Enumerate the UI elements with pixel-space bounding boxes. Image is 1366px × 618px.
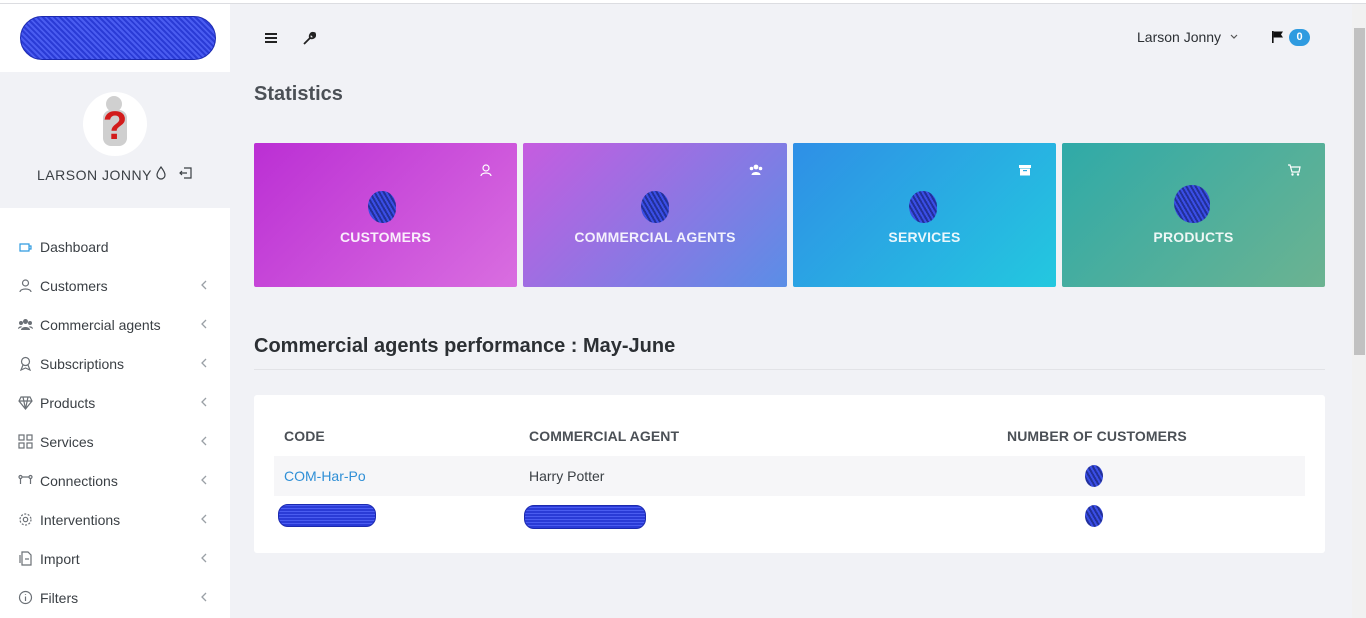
sidebar-item-label: Dashboard [40,238,109,255]
users-icon [749,164,763,175]
sidebar-item-dashboard[interactable]: Dashboard [0,227,230,266]
stat-card-services[interactable]: SERVICES [793,143,1056,287]
award-icon [18,356,33,371]
sidebar: ? LARSON JONNY Dashboard Customers Comme… [0,0,230,618]
top-border [0,0,1366,4]
redacted-count [1174,185,1210,223]
chevron-down-icon [1230,34,1238,39]
performance-table: CODE COMMERCIAL AGENT NUMBER OF CUSTOMER… [254,395,1325,553]
column-header-code[interactable]: CODE [284,428,325,444]
scrollbar-thumb[interactable] [1354,28,1365,355]
sidebar-item-label: Subscriptions [40,355,125,372]
sidebar-item-label: Services [40,433,94,450]
chevron-left-icon [201,592,207,602]
chevron-left-icon [201,436,207,446]
customer-icon [480,164,492,177]
user-menu[interactable]: Larson Jonny [1137,29,1239,45]
table-row: COM-Har-Po Harry Potter [274,456,1305,496]
chevron-left-icon [201,397,207,407]
chevron-left-icon [201,553,207,563]
profile-panel: ? LARSON JONNY [0,72,230,208]
sidebar-item-label: Commercial agents [40,316,161,333]
sidebar-item-filters[interactable]: Filters [0,578,230,617]
stat-card-customers[interactable]: CUSTOMERS [254,143,517,287]
profile-name: LARSON JONNY [37,167,152,183]
redacted-customer-count [1085,465,1103,487]
chevron-left-icon [201,280,207,290]
sidebar-item-label: Interventions [40,511,121,528]
user-menu-name: Larson Jonny [1137,29,1222,45]
connections-icon [18,473,33,488]
droplet-icon[interactable] [153,165,169,181]
grid-icon [18,434,33,449]
sidebar-item-interventions[interactable]: Interventions [0,500,230,539]
agent-code-link[interactable]: COM-Har-Po [284,468,366,484]
column-header-agent[interactable]: COMMERCIAL AGENT [529,428,679,444]
chevron-left-icon [201,358,207,368]
page-title: Statistics [254,83,343,105]
logo-image[interactable] [20,16,216,60]
gear-icon [18,512,33,527]
user-avatar-icon: ? [83,92,147,156]
divider [254,369,1325,370]
stat-card-commercial-agents[interactable]: COMMERCIAL AGENTS [523,143,787,287]
redacted-customer-count [1085,505,1103,527]
sidebar-item-subscriptions[interactable]: Subscriptions [0,344,230,383]
sidebar-item-commercial-agents[interactable]: Commercial agents [0,305,230,344]
stat-card-products[interactable]: PRODUCTS [1062,143,1325,287]
customers-icon [18,278,33,293]
vertical-scrollbar[interactable] [1352,4,1366,618]
flag-icon[interactable] [1271,30,1285,44]
stat-card-label: CUSTOMERS [340,229,431,245]
table-row [274,496,1305,536]
cart-icon [1288,164,1301,176]
sidebar-item-label: Products [40,394,96,411]
sidebar-item-services[interactable]: Services [0,422,230,461]
sidebar-item-label: Connections [40,472,118,489]
info-icon [18,590,33,605]
redacted-count [641,191,669,223]
stat-card-label: SERVICES [888,229,961,245]
sidebar-item-import[interactable]: Import [0,539,230,578]
redacted-agent-name [524,505,646,529]
redacted-agent-code[interactable] [278,504,376,527]
import-icon [18,551,33,566]
notification-badge[interactable]: 0 [1289,29,1310,46]
logout-icon[interactable] [178,165,194,181]
column-header-customers[interactable]: NUMBER OF CUSTOMERS [1007,428,1187,444]
dashboard-icon [18,239,33,254]
performance-title: Commercial agents performance : May-June [254,335,676,357]
sidebar-item-products[interactable]: Products [0,383,230,422]
sidebar-item-connections[interactable]: Connections [0,461,230,500]
archive-icon [1019,165,1031,176]
main-content: Larson Jonny 0 Statistics CUSTOMERS COMM… [230,0,1352,618]
stat-card-label: COMMERCIAL AGENTS [574,229,736,245]
redacted-count [909,191,937,223]
sidebar-item-label: Customers [40,277,108,294]
logo-area [0,0,230,72]
agent-name: Harry Potter [529,468,605,484]
wrench-icon[interactable] [302,30,316,46]
stat-card-label: PRODUCTS [1153,229,1234,245]
users-icon [18,317,33,332]
redacted-count [368,191,396,223]
diamond-icon [18,395,33,410]
chevron-left-icon [201,319,207,329]
sidebar-menu: Dashboard Customers Commercial agents Su… [0,208,230,617]
sidebar-item-customers[interactable]: Customers [0,266,230,305]
sidebar-item-label: Import [40,550,80,567]
sidebar-item-label: Filters [40,589,79,606]
menu-toggle-icon[interactable] [264,31,278,45]
chevron-left-icon [201,514,207,524]
chevron-left-icon [201,475,207,485]
